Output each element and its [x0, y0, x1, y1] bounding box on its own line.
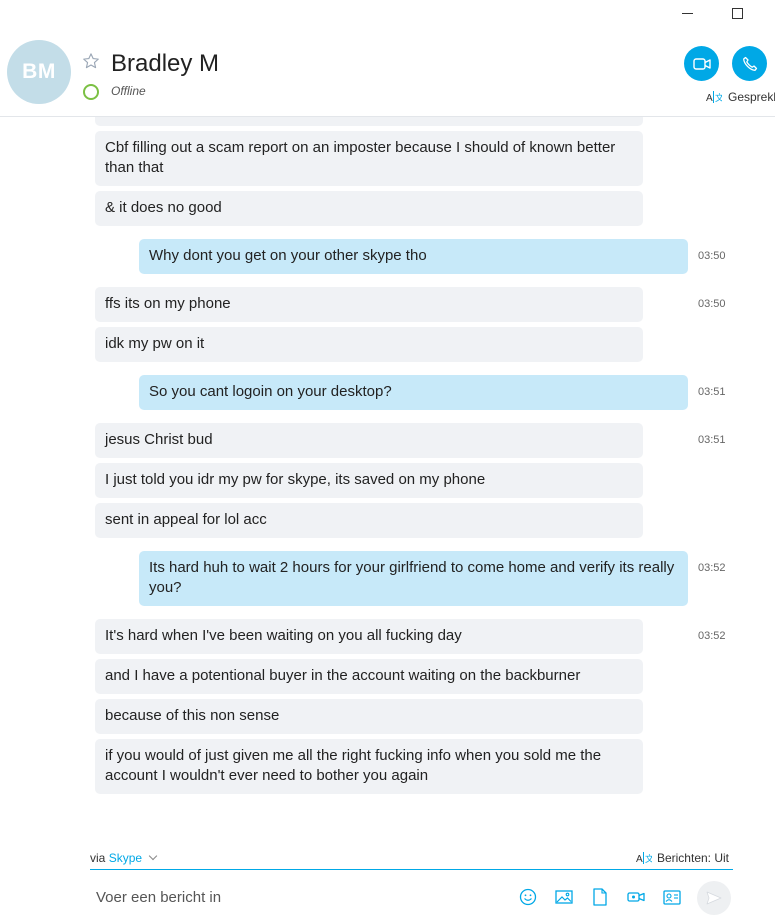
message-input[interactable] — [90, 880, 502, 914]
message-bubble-outgoing[interactable]: So you cant logoin on your desktop? — [139, 375, 688, 410]
via-service-name: Skype — [108, 851, 143, 865]
svg-text:A: A — [636, 854, 643, 865]
svg-text:A: A — [706, 93, 713, 104]
image-icon — [555, 890, 573, 904]
message-bubble-incoming[interactable]: jesus Christ bud — [95, 423, 643, 458]
message-bubble-incoming[interactable]: and I have a potentional buyer in the ac… — [95, 659, 643, 694]
message-timestamp: 03:51 — [698, 434, 726, 446]
emoticon-icon — [519, 888, 537, 906]
presence-status-text: Offline — [111, 84, 146, 98]
svg-text:文: 文 — [715, 92, 722, 103]
message-timestamp: 03:50 — [698, 250, 726, 262]
message-bubble-outgoing[interactable]: Why dont you get on your other skype tho — [139, 239, 688, 274]
message-timestamp: 03:52 — [698, 562, 726, 574]
message-bubble-incoming[interactable]: Cbf filling out a scam report on an impo… — [95, 131, 643, 186]
message-bubble-incoming[interactable]: & it does no good — [95, 191, 643, 226]
message-bubble-incoming[interactable]: ffs its on my phone — [95, 287, 643, 322]
translate-toggle[interactable]: A 文 Gesprekl — [706, 90, 775, 104]
video-message-button[interactable] — [626, 887, 646, 907]
message-timestamp: 03:50 — [698, 298, 726, 310]
message-bubble-incoming[interactable]: sent in appeal for lol acc — [95, 503, 643, 538]
via-prefix: via — [90, 851, 106, 865]
audio-call-button[interactable] — [732, 46, 767, 81]
message-bubble-outgoing[interactable]: Its hard huh to wait 2 hours for your gi… — [139, 551, 688, 606]
conversation-header: BM Bradley M Offline A 文 Gesprekl — [0, 0, 775, 117]
translate-icon: A 文 — [706, 91, 722, 104]
phone-icon — [742, 56, 757, 71]
message-timestamp: 03:52 — [698, 630, 726, 642]
presence-status-icon — [83, 84, 99, 100]
send-contact-button[interactable] — [662, 887, 682, 907]
message-bubble-incoming[interactable]: idk my pw on it — [95, 327, 643, 362]
video-message-icon — [627, 892, 645, 902]
message-bubble-incoming[interactable]: because of this non sense — [95, 699, 643, 734]
via-service-selector[interactable]: via Skype — [90, 851, 158, 865]
message-bubble-incoming[interactable]: I just told you idr my pw for skype, its… — [95, 463, 643, 498]
contact-card-icon — [663, 889, 681, 905]
emoticon-button[interactable] — [518, 887, 538, 907]
chevron-down-icon — [149, 851, 158, 861]
composer-options-bar: via Skype A 文 Berichten: Uit — [90, 849, 733, 870]
message-timestamp: 03:51 — [698, 386, 726, 398]
avatar[interactable]: BM — [7, 40, 71, 104]
video-camera-icon — [692, 57, 711, 70]
file-icon — [593, 888, 607, 906]
message-bubble-incoming[interactable]: if you would of just given me all the ri… — [95, 739, 643, 794]
contact-name: Bradley M — [111, 50, 220, 77]
message-translation-toggle[interactable]: A 文 Berichten: Uit — [636, 851, 729, 865]
translation-status: Berichten: Uit — [656, 851, 729, 865]
svg-text:文: 文 — [645, 853, 652, 864]
send-file-button[interactable] — [590, 887, 610, 907]
favorite-star-icon[interactable] — [82, 52, 100, 70]
translate-label: Gesprekl — [728, 90, 775, 104]
send-button[interactable] — [697, 881, 731, 915]
video-call-button[interactable] — [684, 46, 719, 81]
translate-icon: A 文 — [636, 852, 652, 865]
send-icon — [706, 891, 722, 905]
send-image-button[interactable] — [554, 887, 574, 907]
message-bubble-partial — [95, 117, 643, 126]
message-bubble-incoming[interactable]: It's hard when I've been waiting on you … — [95, 619, 643, 654]
